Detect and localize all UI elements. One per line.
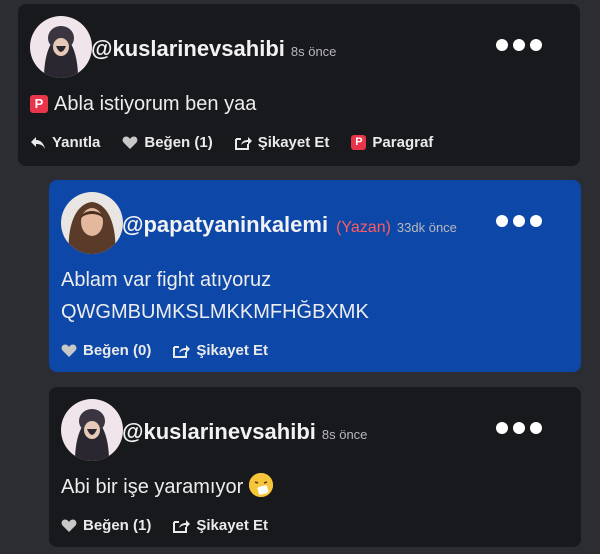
comment-card: @kuslarinevsahibi 8s önce P Abla istiyorum…	[18, 4, 580, 166]
report-button[interactable]: Şikayet Et	[234, 134, 329, 151]
heart-icon	[61, 519, 77, 532]
more-options-icon[interactable]	[496, 39, 542, 51]
comment-text: Ablam var fight atıyoruz QWGMBUMKSLMKKMF…	[61, 266, 369, 326]
timestamp: 33dk önce	[396, 220, 457, 235]
share-report-icon	[234, 137, 252, 150]
report-button[interactable]: Şikayet Et	[173, 342, 268, 359]
avatar[interactable]	[30, 16, 92, 78]
report-button[interactable]: Şikayet Et	[173, 517, 268, 534]
like-button[interactable]: Beğen (0)	[61, 342, 151, 359]
username-link[interactable]: @kuslarinevsahibi 8s önce	[91, 36, 336, 62]
timestamp: 8s önce	[321, 427, 368, 442]
username[interactable]: @kuslarinevsahibi	[91, 36, 285, 61]
username[interactable]: @papatyaninkalemi	[122, 212, 328, 237]
comment-actions: Beğen (1) Şikayet Et	[61, 517, 268, 534]
username-link[interactable]: @kuslarinevsahibi 8s önce	[122, 419, 367, 445]
paragraph-button[interactable]: P Paragraf	[351, 134, 433, 151]
comment-text-line: Ablam var fight atıyoruz	[61, 269, 272, 291]
author-comment-card: @papatyaninkalemi (Yazan) 33dk önce Ablam …	[49, 180, 581, 372]
reply-icon	[31, 136, 45, 149]
share-report-icon	[173, 345, 191, 358]
comment-text: Abi bir işe yaramıyor	[61, 473, 274, 501]
author-badge: (Yazan)	[336, 219, 391, 236]
more-options-icon[interactable]	[496, 422, 542, 434]
comment-text-line: QWGMBUMKSLMKKMFHĞBXMK	[61, 301, 369, 323]
more-options-icon[interactable]	[496, 215, 542, 227]
paragraph-icon: P	[351, 135, 367, 150]
sneezing-face-icon	[249, 473, 274, 497]
paragraph-icon: P	[30, 95, 48, 113]
username[interactable]: @kuslarinevsahibi	[122, 419, 316, 444]
username-link[interactable]: @papatyaninkalemi (Yazan) 33dk önce	[122, 212, 457, 238]
timestamp: 8s önce	[290, 44, 337, 59]
share-report-icon	[173, 520, 191, 533]
like-button[interactable]: Beğen (1)	[122, 134, 213, 151]
heart-icon	[61, 344, 77, 357]
avatar[interactable]	[61, 192, 123, 254]
comment-actions: Beğen (0) Şikayet Et	[61, 342, 268, 359]
like-button[interactable]: Beğen (1)	[61, 517, 151, 534]
avatar[interactable]	[61, 399, 123, 461]
heart-icon	[122, 136, 138, 149]
reply-button[interactable]: Yanıtla	[30, 134, 100, 151]
comment-text: P Abla istiyorum ben yaa	[30, 90, 256, 118]
comment-actions: Yanıtla Beğen (1) Şikayet Et P Paragraf	[30, 134, 433, 151]
comment-card: @kuslarinevsahibi 8s önce Abi bir işe yar…	[49, 387, 581, 547]
